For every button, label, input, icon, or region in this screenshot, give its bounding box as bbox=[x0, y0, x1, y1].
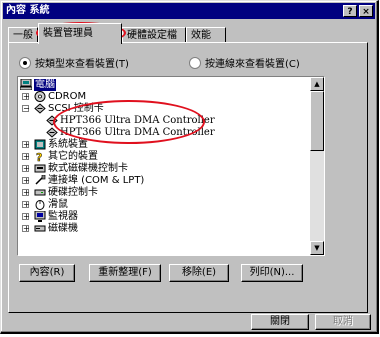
properties-button[interactable]: 內容(R) bbox=[19, 264, 75, 282]
device-manager-panel: 按類型來查看裝置(T) 按連線來查看裝置(C) 電腦 + CDROM − SCS… bbox=[8, 42, 368, 313]
cancel-button[interactable]: 取消 bbox=[315, 314, 371, 330]
svg-text:?: ? bbox=[36, 151, 42, 162]
print-button[interactable]: 列印(N)... bbox=[241, 264, 303, 282]
port-icon bbox=[35, 175, 46, 185]
view-by-type-label: 按類型來查看裝置(T) bbox=[35, 59, 129, 70]
disk-controller-icon bbox=[34, 189, 46, 196]
tree-scrollbar[interactable]: ▲ ▼ bbox=[310, 77, 324, 255]
scroll-down-button[interactable]: ▼ bbox=[310, 241, 324, 255]
tab-performance[interactable]: 效能 bbox=[186, 27, 226, 43]
help-button[interactable]: ? bbox=[343, 5, 357, 17]
expand-icon[interactable]: + bbox=[22, 177, 30, 185]
tree-label: 系統裝置 bbox=[48, 139, 88, 150]
question-icon: ? bbox=[36, 151, 43, 162]
title-bar: 內容 系統 ? × bbox=[3, 3, 375, 19]
cdrom-icon bbox=[34, 91, 46, 102]
highlight-oval-controllers bbox=[53, 100, 205, 144]
tree-label: 滑鼠 bbox=[48, 199, 68, 210]
expand-icon[interactable]: + bbox=[22, 93, 30, 101]
close-window-button[interactable]: × bbox=[359, 5, 373, 17]
tree-label: 軟式磁碟機控制卡 bbox=[48, 163, 128, 174]
tree-label: 其它的裝置 bbox=[48, 151, 98, 162]
tree-label: CDROM bbox=[48, 91, 87, 102]
computer-icon bbox=[20, 79, 32, 90]
collapse-icon[interactable]: − bbox=[22, 105, 30, 113]
tab-device-manager[interactable]: 裝置管理員 bbox=[38, 23, 122, 44]
view-by-connection-option[interactable]: 按連線來查看裝置(C) bbox=[189, 57, 300, 71]
expand-icon[interactable]: + bbox=[22, 213, 30, 221]
scroll-up-button[interactable]: ▲ bbox=[310, 77, 324, 91]
tree-label: 硬碟控制卡 bbox=[48, 187, 98, 198]
monitor-icon bbox=[34, 211, 46, 222]
disk-drive-icon bbox=[34, 225, 46, 232]
tree-label: 連接埠 (COM & LPT) bbox=[48, 175, 145, 186]
tab-general[interactable]: 一般 bbox=[8, 27, 38, 43]
expand-icon[interactable]: + bbox=[22, 201, 30, 209]
system-device-icon bbox=[34, 139, 46, 150]
tree-label: 監視器 bbox=[48, 211, 78, 222]
floppy-controller-icon bbox=[34, 164, 46, 173]
scsi-icon bbox=[34, 103, 46, 114]
tree-label: 磁碟機 bbox=[48, 223, 78, 234]
radio-empty-icon[interactable] bbox=[189, 57, 201, 69]
expand-icon[interactable]: + bbox=[22, 153, 30, 161]
expand-icon[interactable]: + bbox=[22, 141, 30, 149]
radio-selected-icon[interactable] bbox=[19, 57, 31, 69]
window-title: 內容 系統 bbox=[6, 5, 50, 16]
mouse-icon bbox=[35, 200, 45, 210]
system-properties-window: 內容 系統 ? × 一般 裝置管理員 硬體設定檔 效能 按類型來查看裝置(T) … bbox=[0, 0, 379, 334]
expand-icon[interactable]: + bbox=[22, 165, 30, 173]
view-by-connection-label: 按連線來查看裝置(C) bbox=[205, 59, 300, 70]
expand-icon[interactable]: + bbox=[22, 189, 30, 197]
scroll-thumb[interactable] bbox=[310, 91, 324, 151]
view-by-type-option[interactable]: 按類型來查看裝置(T) bbox=[19, 57, 129, 71]
remove-button[interactable]: 移除(E) bbox=[169, 264, 229, 282]
expand-icon[interactable]: + bbox=[22, 225, 30, 233]
close-button[interactable]: 關閉 bbox=[251, 314, 309, 330]
tab-hardware-profiles[interactable]: 硬體設定檔 bbox=[122, 27, 186, 43]
tree-label-computer: 電腦 bbox=[34, 79, 56, 91]
refresh-button[interactable]: 重新整理(F) bbox=[89, 264, 161, 282]
